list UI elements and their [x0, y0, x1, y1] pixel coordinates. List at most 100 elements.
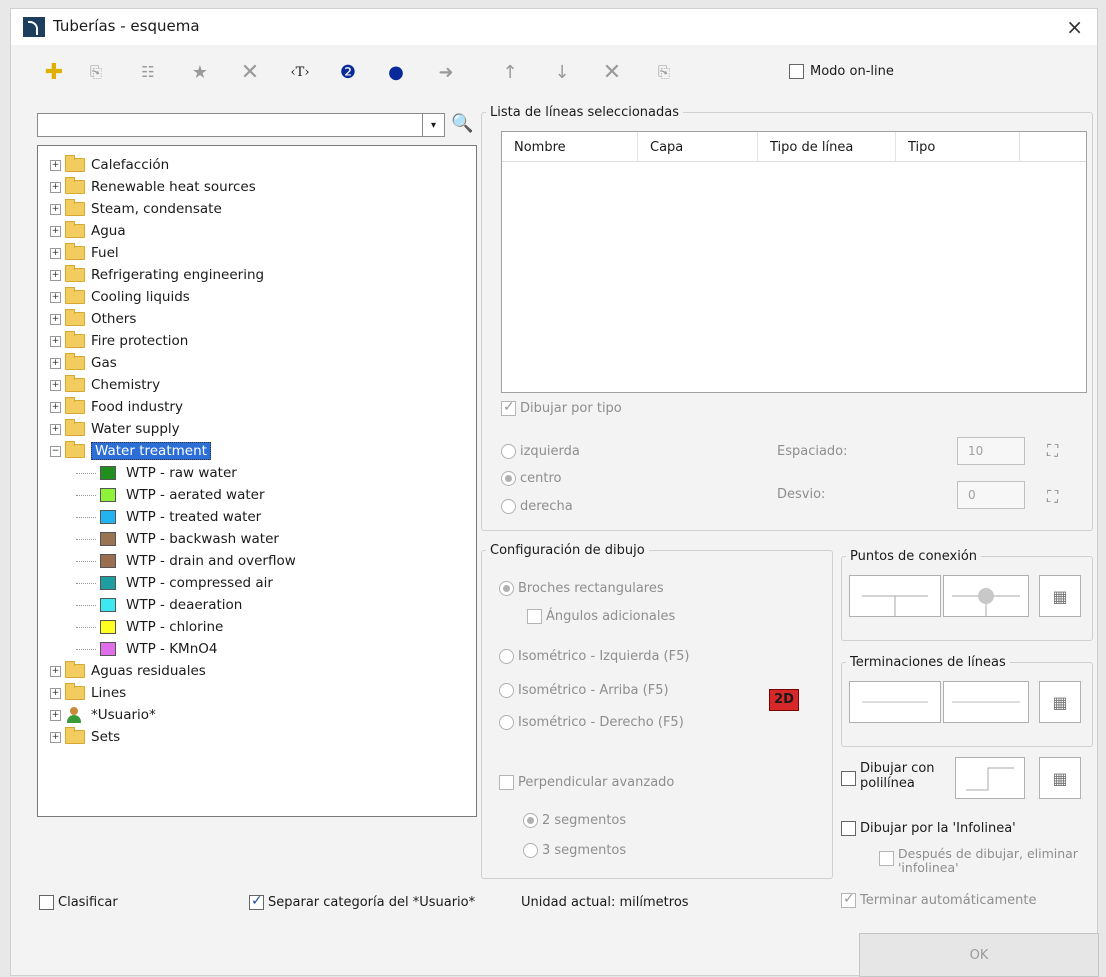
- polilinea-settings-icon[interactable]: ▦: [1039, 757, 1081, 799]
- separar-box[interactable]: [249, 893, 264, 910]
- properties-icon[interactable]: ☷: [135, 59, 161, 85]
- polilinea-box[interactable]: [841, 771, 856, 786]
- eliminar-infolinea-box[interactable]: [879, 851, 894, 866]
- tree-item-child[interactable]: WTP - compressed air: [76, 572, 273, 594]
- terminar-box[interactable]: [841, 891, 856, 908]
- tree-item-folder[interactable]: + Calefacción: [50, 154, 169, 176]
- tree-item-child[interactable]: WTP - drain and overflow: [76, 550, 296, 572]
- connection-settings-icon[interactable]: ▦: [1039, 575, 1081, 617]
- infolinea-box[interactable]: [841, 821, 856, 836]
- desvio-input[interactable]: 0: [957, 481, 1025, 509]
- clasificar-checkbox[interactable]: Clasificar: [39, 895, 118, 910]
- expand-toggle-icon[interactable]: +: [50, 687, 61, 699]
- tree-item-folder[interactable]: + Others: [50, 308, 136, 330]
- tree-item-child[interactable]: WTP - deaeration: [76, 594, 242, 616]
- col-tipo-linea[interactable]: Tipo de línea: [758, 132, 896, 161]
- expand-toggle-icon[interactable]: +: [50, 225, 61, 237]
- expand-toggle-icon[interactable]: +: [50, 203, 61, 215]
- help-icon[interactable]: ❷: [335, 59, 361, 85]
- expand-toggle-icon[interactable]: +: [50, 269, 61, 281]
- pick-value-icon[interactable]: ⛶: [1047, 487, 1067, 507]
- ok-button[interactable]: OK: [859, 933, 1099, 977]
- espaciado-input[interactable]: 10: [957, 437, 1025, 465]
- tree-item-folder[interactable]: + Renewable heat sources: [50, 176, 256, 198]
- play-icon[interactable]: ●: [383, 59, 409, 85]
- copy-icon[interactable]: ⎘: [83, 59, 109, 85]
- radio-derecha[interactable]: derecha: [501, 499, 573, 514]
- tree-item-folder[interactable]: + Lines: [50, 682, 126, 704]
- expand-toggle-icon[interactable]: +: [50, 159, 61, 171]
- angulos-checkbox[interactable]: Ángulos adicionales: [527, 609, 675, 624]
- arrow-right-icon[interactable]: ➜: [433, 59, 459, 85]
- radio-iso-derecho-circle[interactable]: [499, 715, 514, 730]
- expand-toggle-icon[interactable]: +: [50, 291, 61, 303]
- tree-item-selected[interactable]: − Water treatment: [50, 440, 211, 462]
- radio-iso-arriba[interactable]: Isométrico - Arriba (F5): [499, 683, 669, 698]
- tree-item-folder[interactable]: + Fire protection: [50, 330, 188, 352]
- clasificar-box[interactable]: [39, 895, 54, 910]
- terminar-checkbox[interactable]: Terminar automáticamente: [841, 891, 1037, 908]
- delete-icon[interactable]: ✕: [599, 59, 625, 85]
- category-tree[interactable]: + Calefacción + Renewable heat sources + Stea…: [37, 145, 477, 817]
- tree-item-user[interactable]: + *Usuario*: [50, 704, 156, 726]
- radio-3-segmentos[interactable]: 3 segmentos: [523, 843, 626, 858]
- radio-iso-derecho[interactable]: Isométrico - Derecho (F5): [499, 715, 684, 730]
- star-icon[interactable]: ★: [187, 59, 213, 85]
- expand-toggle-icon[interactable]: +: [50, 709, 61, 721]
- tree-item-folder[interactable]: + Aguas residuales: [50, 660, 206, 682]
- expand-toggle-icon[interactable]: +: [50, 379, 61, 391]
- tree-item-folder[interactable]: + Chemistry: [50, 374, 160, 396]
- radio-iso-arriba-circle[interactable]: [499, 683, 514, 698]
- chevron-down-icon[interactable]: ▾: [422, 114, 444, 136]
- tree-item-folder[interactable]: + Steam, condensate: [50, 198, 222, 220]
- 2d-badge[interactable]: 2D: [769, 689, 799, 711]
- dibujar-por-tipo-box[interactable]: [501, 399, 516, 416]
- tree-item-folder[interactable]: + Refrigerating engineering: [50, 264, 264, 286]
- expand-toggle-icon[interactable]: +: [50, 401, 61, 413]
- tree-item-child[interactable]: WTP - chlorine: [76, 616, 223, 638]
- radio-centro[interactable]: centro: [501, 471, 562, 486]
- expand-toggle-icon[interactable]: +: [50, 731, 61, 743]
- tree-item-folder[interactable]: + Fuel: [50, 242, 119, 264]
- arrow-up-icon[interactable]: ↑: [497, 59, 523, 85]
- col-nombre[interactable]: Nombre: [502, 132, 638, 161]
- termination-settings-icon[interactable]: ▦: [1039, 681, 1081, 723]
- tree-item-folder[interactable]: + Sets: [50, 726, 120, 748]
- polilinea-checkbox[interactable]: Dibujar con polilínea: [841, 761, 950, 791]
- expand-toggle-icon[interactable]: +: [50, 247, 61, 259]
- radio-2-segmentos-circle[interactable]: [523, 813, 538, 828]
- col-tipo[interactable]: Tipo: [896, 132, 1020, 161]
- collapse-toggle-icon[interactable]: −: [50, 445, 61, 457]
- angulos-box[interactable]: [527, 609, 542, 624]
- text-icon[interactable]: ‹T›: [287, 59, 313, 85]
- line-end-button[interactable]: [943, 681, 1029, 723]
- tree-item-folder[interactable]: + Food industry: [50, 396, 183, 418]
- plus-icon[interactable]: ✚: [41, 59, 67, 85]
- tree-item-child[interactable]: WTP - backwash water: [76, 528, 279, 550]
- perpendicular-checkbox[interactable]: Perpendicular avanzado: [499, 775, 674, 790]
- tree-item-child[interactable]: WTP - raw water: [76, 462, 237, 484]
- expand-toggle-icon[interactable]: +: [50, 335, 61, 347]
- separar-checkbox[interactable]: Separar categoría del *Usuario*: [249, 893, 475, 910]
- tree-item-folder[interactable]: + Agua: [50, 220, 126, 242]
- tree-item-folder[interactable]: + Gas: [50, 352, 117, 374]
- radio-izquierda-circle[interactable]: [501, 444, 516, 459]
- search-combo[interactable]: ▾: [37, 113, 445, 137]
- tee-connection-button[interactable]: [849, 575, 941, 617]
- lines-list[interactable]: Nombre Capa Tipo de línea Tipo: [501, 131, 1087, 393]
- radio-izquierda[interactable]: izquierda: [501, 444, 580, 459]
- expand-toggle-icon[interactable]: +: [50, 181, 61, 193]
- polilinea-style-button[interactable]: [955, 757, 1025, 799]
- expand-toggle-icon[interactable]: +: [50, 423, 61, 435]
- delete-icon[interactable]: ✕: [237, 59, 263, 85]
- eliminar-infolinea-checkbox[interactable]: Después de dibujar, eliminar 'infolinea': [879, 847, 1098, 875]
- search-icon[interactable]: 🔍: [451, 113, 473, 134]
- radio-centro-circle[interactable]: [501, 471, 516, 486]
- expand-toggle-icon[interactable]: +: [50, 665, 61, 677]
- node-connection-button[interactable]: [943, 575, 1029, 617]
- tree-item-child[interactable]: WTP - treated water: [76, 506, 261, 528]
- pick-value-icon[interactable]: ⛶: [1047, 441, 1067, 461]
- tree-item-folder[interactable]: + Cooling liquids: [50, 286, 190, 308]
- radio-2-segmentos[interactable]: 2 segmentos: [523, 813, 626, 828]
- radio-broches-circle[interactable]: [499, 581, 514, 596]
